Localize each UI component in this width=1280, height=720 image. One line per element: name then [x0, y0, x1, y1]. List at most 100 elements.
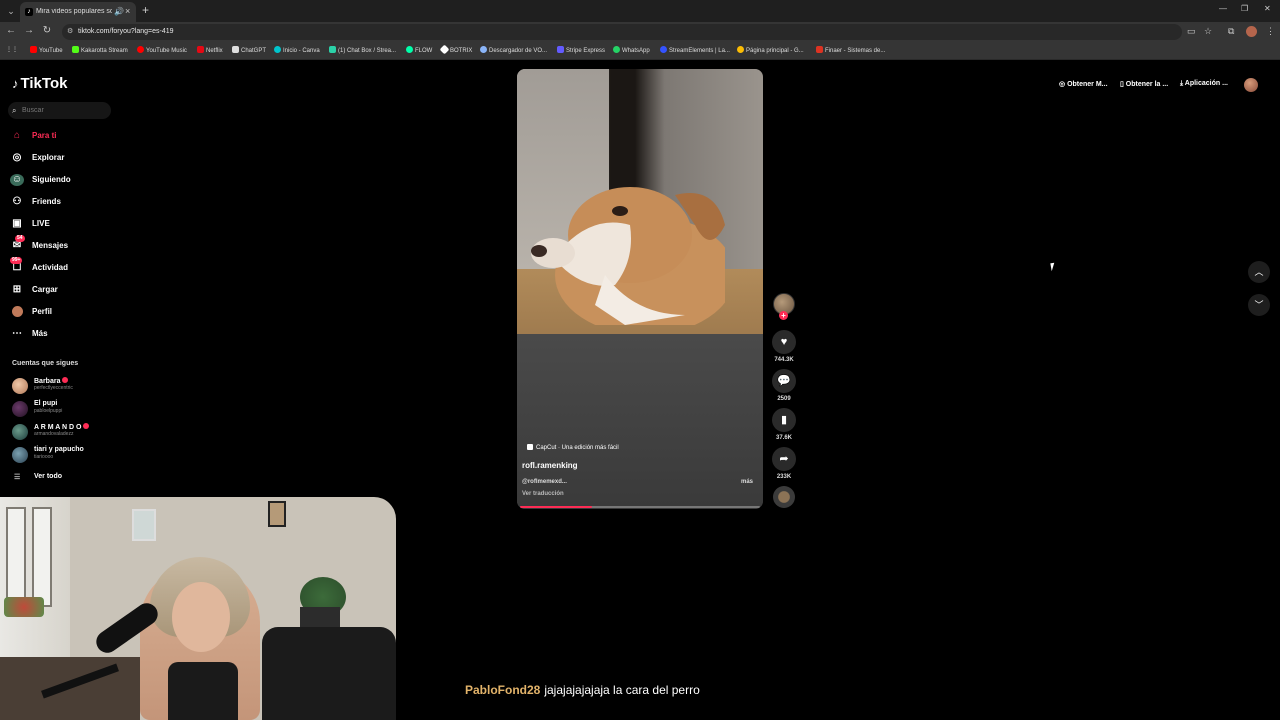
- close-tab-icon[interactable]: ×: [125, 6, 130, 16]
- forward-icon[interactable]: →: [22, 25, 36, 36]
- nav-friends[interactable]: ⚇ Friends: [10, 194, 130, 210]
- get-coins-button[interactable]: ◎ Obtener M...: [1059, 80, 1108, 88]
- like-button[interactable]: ♥: [772, 330, 796, 354]
- coin-icon: ◎: [1059, 81, 1068, 88]
- search-input[interactable]: ⌕ Buscar: [8, 102, 111, 119]
- maximize-icon[interactable]: ❐: [1241, 4, 1248, 13]
- close-window-icon[interactable]: ✕: [1264, 4, 1271, 13]
- site-info-icon[interactable]: ⚙: [67, 24, 73, 40]
- previous-video-button[interactable]: ︿: [1248, 261, 1270, 283]
- video-progress-bar[interactable]: [520, 506, 760, 508]
- flow-icon: [406, 46, 413, 53]
- list-icon: ☰: [14, 474, 21, 481]
- verified-icon: [62, 377, 69, 383]
- share-button[interactable]: ➦: [772, 447, 796, 471]
- comment-button[interactable]: 💬: [772, 369, 796, 393]
- capcut-tag[interactable]: CapCut · Una edición más fácil: [527, 444, 619, 451]
- following-section-title: Cuentas que sigues: [12, 360, 79, 367]
- bookmark-whatsapp[interactable]: WhatsApp: [613, 46, 650, 54]
- youtube-icon: [30, 46, 37, 53]
- nav-para-ti[interactable]: ⌂ Para ti: [10, 128, 130, 144]
- bookmark-chatbox[interactable]: (1) Chat Box / Strea...: [329, 46, 396, 54]
- bookmark-finaer[interactable]: Finaer - Sistemas de...: [816, 46, 885, 54]
- speaker-icon[interactable]: 🔊: [114, 7, 124, 16]
- followed-account[interactable]: El pupi pabloelpuppi: [12, 400, 132, 418]
- netflix-icon: [197, 46, 204, 53]
- nav-mas[interactable]: ⋯ Más: [10, 326, 130, 342]
- nav-explorar[interactable]: ◎ Explorar: [10, 150, 130, 166]
- followed-account[interactable]: Barbara perfectlyeccentric: [12, 377, 132, 395]
- video-player[interactable]: CapCut · Una edición más fácil rofl.rame…: [517, 69, 763, 509]
- chair: [262, 627, 396, 720]
- get-app-button[interactable]: ▯ Obtener la ...: [1120, 80, 1168, 88]
- bookmark-canva[interactable]: Inicio - Canva: [274, 46, 320, 54]
- mouse-cursor-icon: [1050, 262, 1056, 272]
- bookmark-streamelements[interactable]: StreamElements | La...: [660, 46, 730, 54]
- bookmark-flow[interactable]: FLOW: [406, 46, 432, 54]
- account-handle: pabloelpuppi: [34, 408, 63, 414]
- desktop-app-button[interactable]: ⤓ Aplicación ...: [1180, 80, 1228, 88]
- extensions-icon[interactable]: ⧉: [1228, 26, 1234, 37]
- back-icon[interactable]: ←: [4, 25, 18, 36]
- nav-actividad[interactable]: ☐ 99+ Actividad: [10, 257, 130, 276]
- next-video-button[interactable]: ﹀: [1248, 294, 1270, 316]
- more-icon: ⋯: [12, 328, 22, 339]
- canva-icon: [274, 46, 281, 53]
- avatar: [12, 424, 28, 440]
- like-count: 744.3K: [774, 357, 794, 363]
- menu-icon[interactable]: ⋮: [1266, 26, 1275, 37]
- video-username[interactable]: rofl.ramenking: [522, 461, 578, 470]
- heart-icon: ♥: [780, 336, 788, 348]
- apps-icon[interactable]: ⋮⋮: [6, 46, 18, 53]
- nav-mensajes[interactable]: ✉ 54 Mensajes: [10, 235, 130, 254]
- video-progress-fill: [520, 506, 592, 508]
- user-avatar[interactable]: [1244, 78, 1258, 92]
- reload-icon[interactable]: ↻: [40, 25, 54, 36]
- translate-link[interactable]: Ver traducción: [522, 491, 564, 497]
- minimize-icon[interactable]: —: [1219, 4, 1227, 13]
- nav-siguiendo[interactable]: ☺ Siguiendo: [10, 172, 130, 188]
- bookmark-netflix[interactable]: Netflix: [197, 46, 223, 54]
- bookmark-descargador[interactable]: Descargador de VO...: [480, 46, 547, 54]
- bookmark-youtube[interactable]: YouTube: [30, 46, 63, 54]
- account-handle: armandovaladezz: [34, 431, 74, 437]
- music-disc-icon[interactable]: [773, 486, 795, 508]
- save-button[interactable]: ▮: [772, 408, 796, 432]
- account-handle: tiarioooo: [34, 454, 54, 460]
- bookmark-youtube-music[interactable]: YouTube Music: [137, 46, 187, 54]
- nav-live[interactable]: ▣ LIVE: [10, 216, 130, 232]
- nav-cargar[interactable]: ⊞ Cargar: [10, 282, 130, 298]
- avatar: [12, 378, 28, 394]
- profile-icon: [10, 306, 24, 318]
- follow-plus-icon[interactable]: +: [779, 311, 788, 320]
- following-icon: ☺: [10, 174, 24, 186]
- share-count: 233K: [776, 474, 792, 480]
- bookmark-botrix[interactable]: BOTRIX: [439, 44, 472, 55]
- download-site-icon: [480, 46, 487, 53]
- friends-icon: ⚇: [12, 196, 22, 207]
- followed-account[interactable]: tiari y papucho tiarioooo: [12, 446, 132, 464]
- bookmark-kakarotta[interactable]: Kakarotta Stream: [72, 46, 128, 54]
- search-icon: ⌕: [12, 106, 17, 115]
- avatar: [12, 401, 28, 417]
- tiktok-logo[interactable]: ♪ TikTok: [12, 75, 67, 92]
- tab-search-icon[interactable]: ⌄: [4, 4, 18, 18]
- kick-icon: [72, 46, 79, 53]
- bookmark-chatgpt[interactable]: ChatGPT: [232, 46, 266, 54]
- more-link[interactable]: más: [741, 479, 753, 485]
- video-frame: [517, 69, 763, 339]
- bookmark-star-icon[interactable]: ☆: [1204, 26, 1212, 37]
- chatgpt-icon: [232, 46, 239, 53]
- followed-account[interactable]: A R M A N D O armandovaladezz: [12, 423, 132, 441]
- url-field[interactable]: ⚙ tiktok.com/foryou?lang=es-419: [62, 24, 1182, 40]
- account-name: tiari y papucho: [34, 446, 84, 453]
- bookmark-icon: ▮: [780, 414, 788, 426]
- nav-perfil[interactable]: Perfil: [10, 304, 130, 320]
- new-tab-icon[interactable]: +: [142, 3, 149, 17]
- account-name: A R M A N D O: [34, 424, 82, 431]
- bookmark-stripe[interactable]: Stripe Express: [557, 46, 605, 54]
- bookmark-pagina-principal[interactable]: Página principal - G...: [737, 46, 804, 54]
- browser-tab[interactable]: ♪ Mira videos populares sobre 🔊 ×: [20, 2, 136, 22]
- cast-icon[interactable]: ▭: [1187, 26, 1196, 37]
- profile-avatar[interactable]: [1246, 26, 1257, 37]
